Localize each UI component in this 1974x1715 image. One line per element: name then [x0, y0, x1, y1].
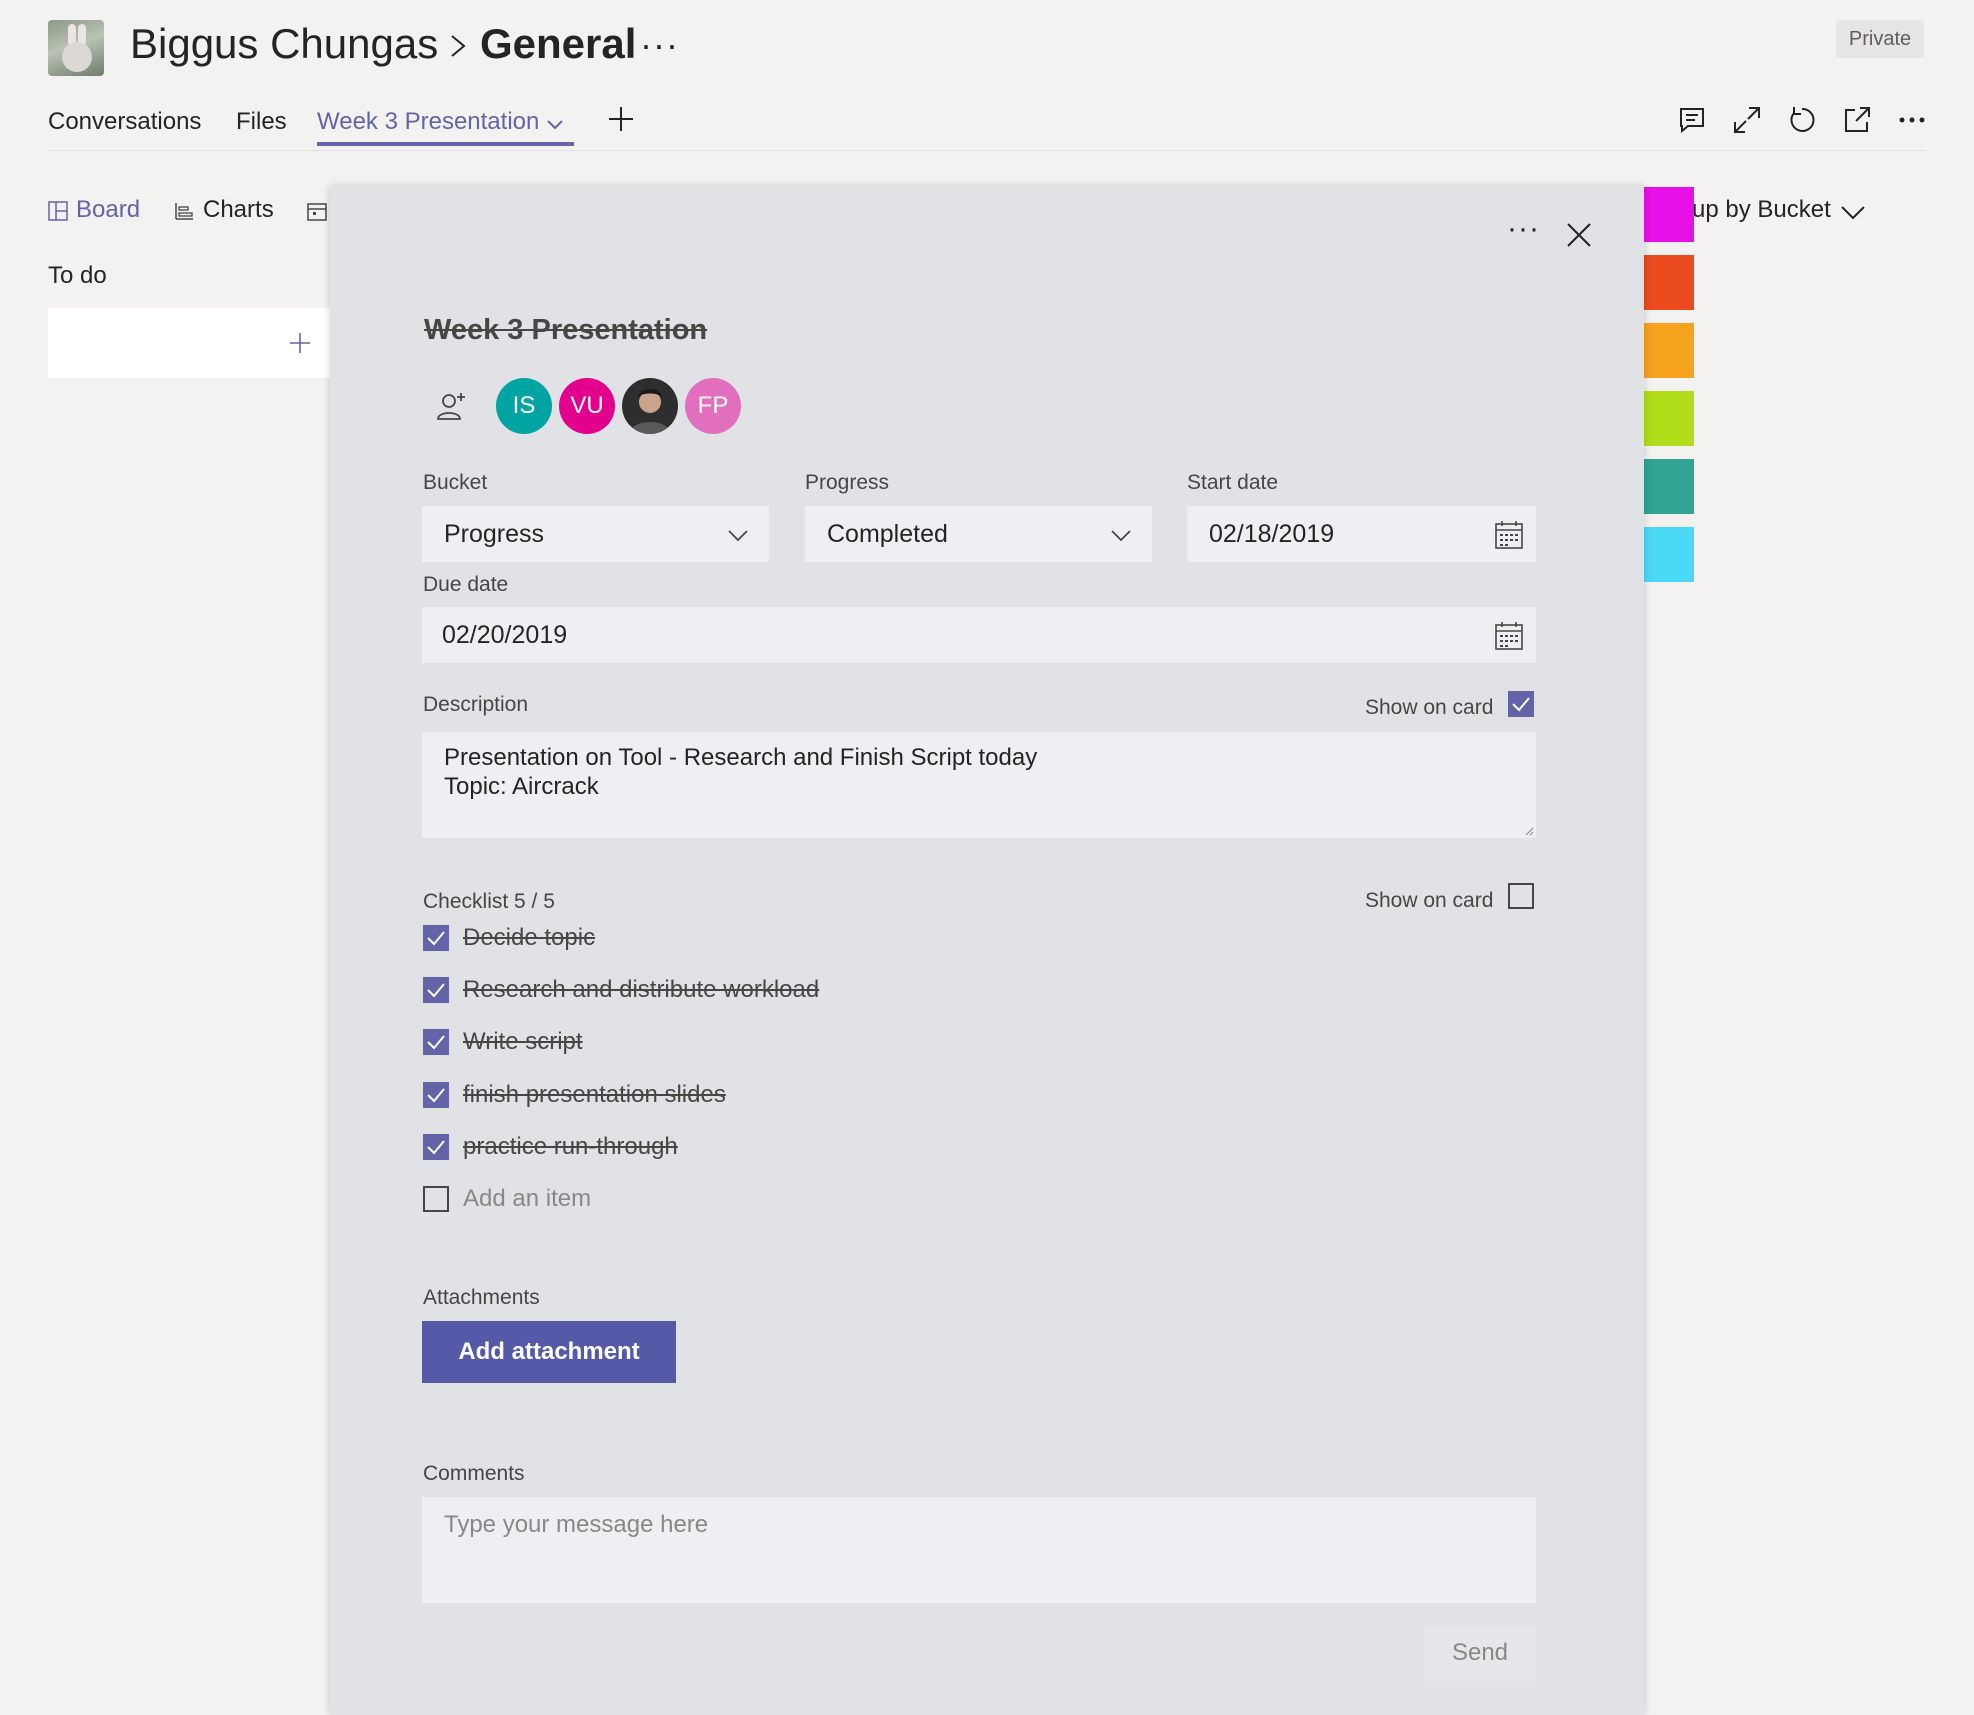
description-textarea[interactable]: Presentation on Tool - Research and Fini…	[422, 732, 1536, 838]
progress-label: Progress	[805, 471, 890, 494]
checklist-show-on-card-label: Show on card	[1365, 889, 1494, 912]
description-show-on-card-label: Show on card	[1365, 696, 1494, 719]
assignee-avatar[interactable]: IS	[496, 378, 552, 434]
assign-person-icon[interactable]	[434, 390, 468, 424]
checkmark-icon	[427, 1035, 445, 1050]
calendar-icon[interactable]	[1494, 520, 1524, 550]
checklist-label: Checklist 5 / 5	[423, 890, 555, 913]
task-details-dialog: ··· Week 3 Presentation IS VU FP Bucket …	[330, 186, 1644, 1715]
bucket-title: To do	[48, 262, 107, 289]
send-button[interactable]: Send	[1424, 1625, 1536, 1681]
checkmark-icon	[427, 1088, 445, 1103]
group-by-dropdown[interactable]: up by Bucket	[1692, 196, 1831, 224]
refresh-icon[interactable]	[1786, 104, 1818, 136]
checkmark-icon	[427, 1140, 445, 1155]
tab-divider	[48, 150, 1926, 151]
checkmark-icon	[1512, 697, 1530, 712]
bucket-value: Progress	[444, 520, 545, 548]
label-color-swatch	[1644, 255, 1694, 310]
description-line: Topic: Aircrack	[444, 773, 599, 800]
conversation-icon[interactable]	[1676, 104, 1708, 136]
assignee-avatar[interactable]: VU	[559, 378, 615, 434]
checklist-item-text[interactable]: finish presentation slides	[463, 1081, 726, 1109]
checklist-item-checkbox[interactable]	[423, 977, 449, 1003]
channel-name: General	[480, 20, 637, 67]
chevron-right-icon	[451, 35, 466, 57]
comment-input[interactable]: Type your message here	[422, 1497, 1536, 1603]
more-icon[interactable]	[1896, 104, 1928, 136]
chevron-down-icon[interactable]	[1840, 202, 1866, 222]
label-color-swatch	[1644, 391, 1694, 446]
label-color-swatch	[1644, 527, 1694, 582]
expand-icon[interactable]	[1731, 104, 1763, 136]
checkmark-icon	[427, 983, 445, 998]
label-color-swatch	[1644, 187, 1694, 242]
channel-more-button[interactable]: ···	[640, 24, 679, 66]
add-task-button[interactable]	[48, 308, 338, 378]
close-icon[interactable]	[1564, 220, 1594, 250]
task-title[interactable]: Week 3 Presentation	[424, 314, 707, 347]
checklist-item-text[interactable]: Write script	[463, 1028, 583, 1056]
start-date-label: Start date	[1187, 471, 1279, 494]
checklist-item-text[interactable]: Decide topic	[463, 924, 595, 952]
start-date-value: 02/18/2019	[1209, 520, 1335, 548]
chevron-down-icon	[728, 530, 748, 542]
description-label: Description	[423, 693, 529, 716]
start-date-field[interactable]: 02/18/2019	[1187, 506, 1536, 562]
bucket-select[interactable]: Progress	[422, 506, 769, 562]
view-tab-board[interactable]: Board	[76, 196, 140, 224]
checklist-item-text[interactable]: practice run-through	[463, 1133, 678, 1161]
chart-icon	[175, 203, 193, 220]
team-avatar[interactable]	[48, 20, 104, 76]
calendar-icon[interactable]	[1494, 621, 1524, 651]
schedule-icon[interactable]	[306, 200, 328, 222]
checklist-item-checkbox[interactable]	[423, 1029, 449, 1055]
label-color-swatch	[1644, 323, 1694, 378]
tab-conversations[interactable]: Conversations	[48, 108, 201, 136]
progress-value: Completed	[827, 520, 948, 548]
bucket-label: Bucket	[423, 471, 488, 494]
checklist-item-checkbox[interactable]	[423, 925, 449, 951]
description-show-on-card-checkbox[interactable]	[1508, 691, 1534, 717]
progress-select[interactable]: Completed	[805, 506, 1152, 562]
popout-icon[interactable]	[1841, 104, 1873, 136]
add-icon	[290, 333, 310, 353]
checklist-show-on-card-checkbox[interactable]	[1508, 883, 1534, 909]
checklist-item-checkbox[interactable]	[423, 1082, 449, 1108]
add-checklist-item-checkbox[interactable]	[423, 1186, 449, 1212]
chevron-down-icon[interactable]	[545, 114, 565, 134]
resize-handle-icon[interactable]	[1524, 826, 1534, 836]
add-tab-icon[interactable]	[606, 104, 636, 134]
label-color-swatch	[1644, 459, 1694, 514]
team-name[interactable]: Biggus Chungas	[130, 20, 438, 68]
checkmark-icon	[427, 931, 445, 946]
private-badge: Private	[1836, 20, 1924, 58]
tab-files[interactable]: Files	[236, 108, 287, 136]
due-date-value: 02/20/2019	[442, 621, 568, 649]
add-attachment-button[interactable]: Add attachment	[422, 1321, 676, 1383]
task-more-button[interactable]: ···	[1507, 212, 1540, 246]
comment-placeholder: Type your message here	[444, 1511, 709, 1538]
comments-label: Comments	[423, 1462, 525, 1485]
assignee-avatar-photo[interactable]	[622, 378, 678, 434]
chevron-down-icon	[1111, 530, 1131, 542]
board-icon	[48, 201, 68, 221]
due-date-field[interactable]: 02/20/2019	[422, 607, 1536, 663]
attachments-label: Attachments	[423, 1286, 540, 1309]
checklist-item-checkbox[interactable]	[423, 1134, 449, 1160]
assignee-avatar[interactable]: FP	[685, 378, 741, 434]
description-line: Presentation on Tool - Research and Fini…	[444, 744, 1038, 771]
due-date-label: Due date	[423, 573, 509, 596]
tab-week-3-presentation[interactable]: Week 3 Presentation	[317, 108, 539, 136]
active-tab-indicator	[317, 142, 574, 146]
checklist-item-text[interactable]: Research and distribute workload	[463, 976, 819, 1004]
add-checklist-item-input[interactable]: Add an item	[463, 1185, 591, 1213]
view-tab-charts[interactable]: Charts	[203, 196, 274, 224]
